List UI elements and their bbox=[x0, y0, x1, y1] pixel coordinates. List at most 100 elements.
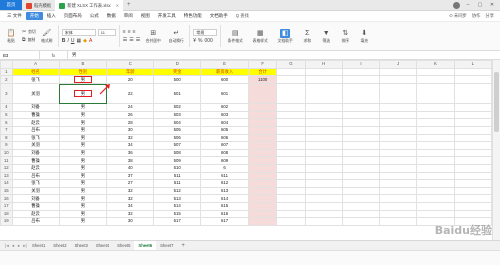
header-cell-bonus[interactable]: 奖金 bbox=[153, 67, 202, 77]
cell[interactable]: 男 bbox=[58, 118, 108, 127]
cell[interactable]: 27 bbox=[106, 179, 155, 188]
cell[interactable] bbox=[453, 186, 492, 196]
cell[interactable]: 503 bbox=[153, 110, 202, 120]
bold-button[interactable]: B bbox=[62, 38, 66, 44]
add-sheet-button[interactable]: + bbox=[177, 243, 189, 249]
doc-tab-workbook[interactable]: 新建 XLSX 工作表.xlsx ✕ bbox=[55, 0, 123, 11]
cell[interactable]: 张飞 bbox=[11, 75, 60, 85]
cell[interactable]: 34 bbox=[106, 141, 155, 150]
cell[interactable]: 30 bbox=[106, 217, 155, 226]
row-header[interactable]: 13 bbox=[0, 171, 13, 181]
align-left-icon[interactable]: ☰ bbox=[123, 37, 127, 43]
cell[interactable] bbox=[276, 103, 306, 112]
col-header-d[interactable]: D bbox=[153, 60, 202, 69]
cell[interactable] bbox=[304, 194, 343, 203]
cut-label[interactable]: 剪切 bbox=[28, 30, 36, 35]
cell[interactable] bbox=[304, 209, 343, 219]
header-cell-salary[interactable]: 薪资收入 bbox=[200, 67, 249, 77]
new-tab-button[interactable]: + bbox=[123, 0, 135, 10]
cell[interactable] bbox=[304, 156, 343, 165]
cell[interactable] bbox=[453, 125, 492, 135]
paste-button[interactable]: 📋 粘贴 bbox=[3, 29, 19, 44]
total-cell[interactable] bbox=[247, 110, 278, 120]
col-header-g[interactable]: G bbox=[276, 60, 306, 69]
col-header-l[interactable]: L bbox=[453, 60, 492, 69]
cell[interactable] bbox=[304, 125, 343, 135]
cell[interactable] bbox=[276, 209, 306, 219]
cell[interactable]: 603 bbox=[200, 110, 249, 120]
header-cell-total[interactable]: 合计 bbox=[247, 67, 278, 77]
cell[interactable] bbox=[379, 125, 418, 135]
menu-search[interactable]: Q 查找 bbox=[236, 13, 249, 19]
cell[interactable] bbox=[341, 75, 381, 85]
row-header[interactable]: 14 bbox=[0, 179, 13, 188]
align-right-icon[interactable]: ☰ bbox=[136, 37, 140, 43]
cell[interactable] bbox=[341, 194, 381, 203]
cell[interactable] bbox=[276, 67, 306, 77]
cell[interactable]: 赵云 bbox=[11, 163, 60, 173]
underline-button[interactable]: U bbox=[71, 38, 75, 44]
sheet-tab-5[interactable]: Sheet5 bbox=[113, 241, 134, 251]
cell[interactable]: 508 bbox=[153, 148, 202, 158]
cell[interactable] bbox=[276, 217, 306, 226]
row-header[interactable]: 19 bbox=[0, 217, 13, 226]
cell[interactable] bbox=[304, 179, 343, 188]
total-cell[interactable] bbox=[247, 217, 278, 226]
cell[interactable] bbox=[416, 156, 455, 165]
scrollbar-thumb[interactable] bbox=[494, 72, 499, 132]
col-header-k[interactable]: K bbox=[416, 60, 455, 69]
cell[interactable]: 曹操 bbox=[11, 156, 60, 165]
cell[interactable]: 曹操 bbox=[11, 110, 60, 120]
cell[interactable]: 504 bbox=[153, 118, 202, 127]
cell[interactable] bbox=[453, 209, 492, 219]
cell[interactable]: 500 bbox=[153, 75, 202, 85]
total-cell[interactable] bbox=[247, 148, 278, 158]
cell[interactable] bbox=[341, 148, 381, 158]
cell[interactable] bbox=[453, 103, 492, 112]
sum-button[interactable]: Σ 求和 bbox=[299, 29, 315, 44]
cell[interactable]: 502 bbox=[153, 103, 202, 112]
cell[interactable]: 605 bbox=[200, 125, 249, 135]
cell[interactable]: 26 bbox=[106, 110, 155, 120]
cell[interactable] bbox=[341, 83, 381, 105]
row-header[interactable]: 11 bbox=[0, 156, 13, 165]
sheet-tab-1[interactable]: Sheet1 bbox=[28, 241, 49, 251]
cell[interactable]: 32 bbox=[106, 186, 155, 196]
menu-data[interactable]: 数据 bbox=[103, 11, 120, 22]
cell[interactable] bbox=[341, 163, 381, 173]
cell[interactable] bbox=[453, 179, 492, 188]
align-bottom-icon[interactable]: ≡ bbox=[133, 29, 136, 35]
cell[interactable] bbox=[453, 171, 492, 181]
cell[interactable] bbox=[379, 156, 418, 165]
col-header-i[interactable]: I bbox=[341, 60, 381, 69]
cell[interactable] bbox=[341, 141, 381, 150]
total-cell[interactable] bbox=[247, 179, 278, 188]
cell[interactable] bbox=[276, 148, 306, 158]
cell[interactable]: 40 bbox=[106, 163, 155, 173]
total-cell[interactable] bbox=[247, 141, 278, 150]
cell[interactable]: 32 bbox=[106, 209, 155, 219]
cell[interactable] bbox=[416, 148, 455, 158]
fill-button[interactable]: ⬇ 填充 bbox=[356, 29, 372, 44]
cell[interactable] bbox=[416, 194, 455, 203]
wrap-text-button[interactable]: ↵ 自动换行 bbox=[166, 29, 186, 44]
cell[interactable] bbox=[304, 171, 343, 181]
menu-features[interactable]: 特色功能 bbox=[180, 11, 206, 22]
cell[interactable]: 617 bbox=[200, 217, 249, 226]
total-cell[interactable] bbox=[247, 163, 278, 173]
total-cell[interactable] bbox=[247, 171, 278, 181]
row-header[interactable]: 6 bbox=[0, 118, 13, 127]
total-cell[interactable] bbox=[247, 133, 278, 143]
cell[interactable]: 612 bbox=[200, 179, 249, 188]
cell[interactable]: 515 bbox=[153, 209, 202, 219]
cell[interactable] bbox=[276, 133, 306, 143]
cell[interactable] bbox=[341, 209, 381, 219]
cell[interactable]: 6 bbox=[200, 163, 249, 173]
fill-color-icon[interactable]: ◆ bbox=[83, 38, 87, 44]
cell[interactable]: 20 bbox=[106, 75, 155, 85]
cell[interactable]: 609 bbox=[200, 156, 249, 165]
table-style-button[interactable]: ▦ 表格样式 bbox=[249, 29, 271, 44]
cell[interactable] bbox=[453, 75, 492, 85]
row-header[interactable]: 4 bbox=[0, 103, 13, 112]
cell[interactable]: 604 bbox=[200, 118, 249, 127]
